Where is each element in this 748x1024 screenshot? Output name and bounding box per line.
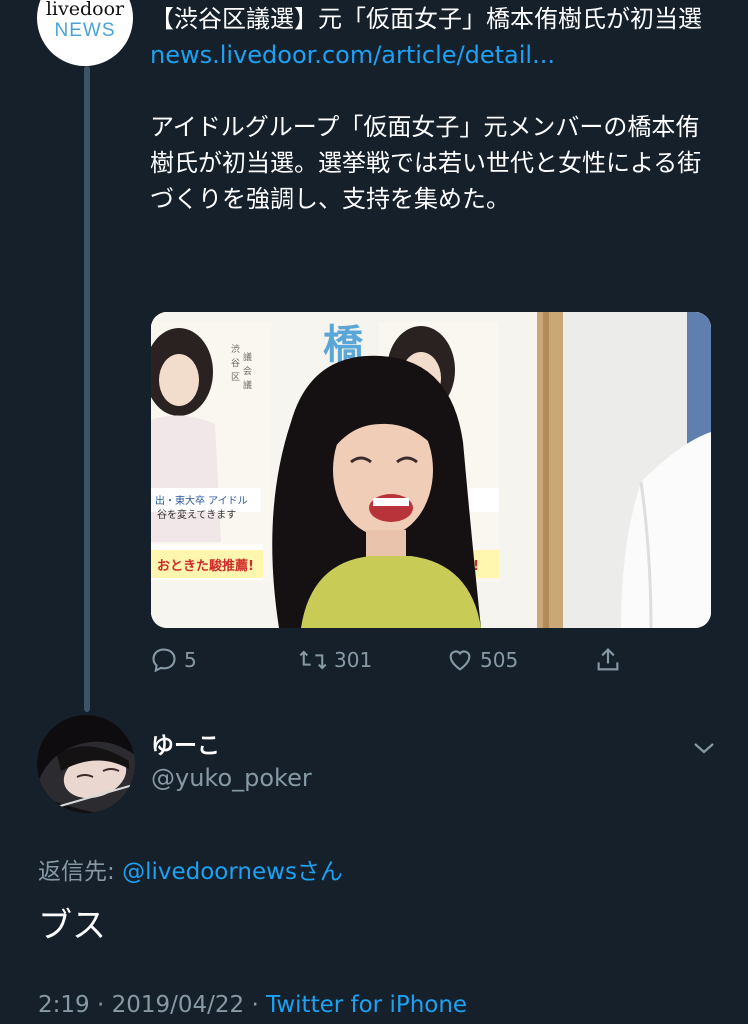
- tweet-source-link[interactable]: Twitter for iPhone: [266, 992, 467, 1018]
- tweet-time: 2:19: [38, 992, 90, 1018]
- svg-text:議: 議: [243, 351, 252, 363]
- reply-action[interactable]: 5: [150, 640, 197, 680]
- tweet-photo[interactable]: 渋谷区 議会議 出・東大卒 アイドル 谷を変えてきます おときた駿推薦! アイド…: [151, 312, 711, 628]
- article-link[interactable]: news.livedoor.com/article/detail...: [150, 37, 710, 73]
- svg-text:渋: 渋: [231, 343, 240, 355]
- retweet-count: 301: [334, 648, 373, 672]
- avatar-photo: [37, 715, 135, 813]
- tweet-headline: 【渋谷区議選】元「仮面女子」橋本侑樹氏が初当選: [150, 5, 702, 33]
- svg-text:谷を変えてきます: 谷を変えてきます: [157, 508, 236, 521]
- tweet-summary: アイドルグループ「仮面女子」元メンバーの橋本侑樹氏が初当選。選挙戦では若い世代と…: [150, 113, 702, 213]
- user-handle[interactable]: @yuko_poker: [151, 764, 312, 792]
- retweet-action[interactable]: 301: [298, 640, 372, 680]
- replying-label: 返信先:: [38, 859, 123, 885]
- heart-icon: [449, 650, 471, 671]
- reply-count: 5: [184, 648, 197, 672]
- like-action[interactable]: 505: [446, 640, 518, 680]
- tweet-date: 2019/04/22: [111, 992, 245, 1018]
- reply-text: ブス: [38, 906, 106, 946]
- replying-to: 返信先: @livedoornewsさん: [38, 852, 343, 886]
- svg-text:会: 会: [243, 365, 252, 377]
- thread-connector-line: [84, 66, 90, 712]
- svg-text:谷: 谷: [231, 358, 240, 369]
- chevron-down-icon[interactable]: [690, 736, 718, 760]
- livedoor-logo-text: livedoor: [45, 0, 125, 20]
- tweet-meta: 2:19 · 2019/04/22 · Twitter for iPhone: [38, 992, 467, 1018]
- tweet-screen: livedoor NEWS 【渋谷区議選】元「仮面女子」橋本侑樹氏が初当選 ne…: [0, 0, 748, 1024]
- meta-separator: ·: [244, 992, 267, 1018]
- user-avatar[interactable]: [37, 715, 135, 813]
- mention-link[interactable]: @livedoornews: [122, 859, 297, 885]
- tweet-action-bar: 5 301 505: [150, 640, 710, 680]
- reply-icon: [152, 648, 176, 673]
- svg-text:議: 議: [243, 379, 252, 391]
- svg-text:出・東大卒 アイドル: 出・東大卒 アイドル: [155, 494, 248, 507]
- livedoor-news-avatar[interactable]: livedoor NEWS: [37, 0, 133, 66]
- like-count: 505: [480, 648, 519, 672]
- retweet-icon: [299, 650, 327, 670]
- svg-text:区: 区: [231, 372, 240, 383]
- poster-text-1: おときた駿推薦!: [157, 558, 254, 574]
- mention-suffix: さん: [296, 859, 343, 885]
- meta-separator: ·: [89, 992, 112, 1018]
- parent-tweet-body: 【渋谷区議選】元「仮面女子」橋本侑樹氏が初当選 news.livedoor.co…: [150, 0, 710, 217]
- display-name[interactable]: ゆーこ: [151, 726, 220, 760]
- share-icon: [597, 648, 619, 671]
- share-action[interactable]: [594, 640, 622, 680]
- news-logo-text: NEWS: [54, 20, 116, 41]
- photo-illustration: 渋谷区 議会議 出・東大卒 アイドル 谷を変えてきます おときた駿推薦! アイド…: [151, 312, 711, 628]
